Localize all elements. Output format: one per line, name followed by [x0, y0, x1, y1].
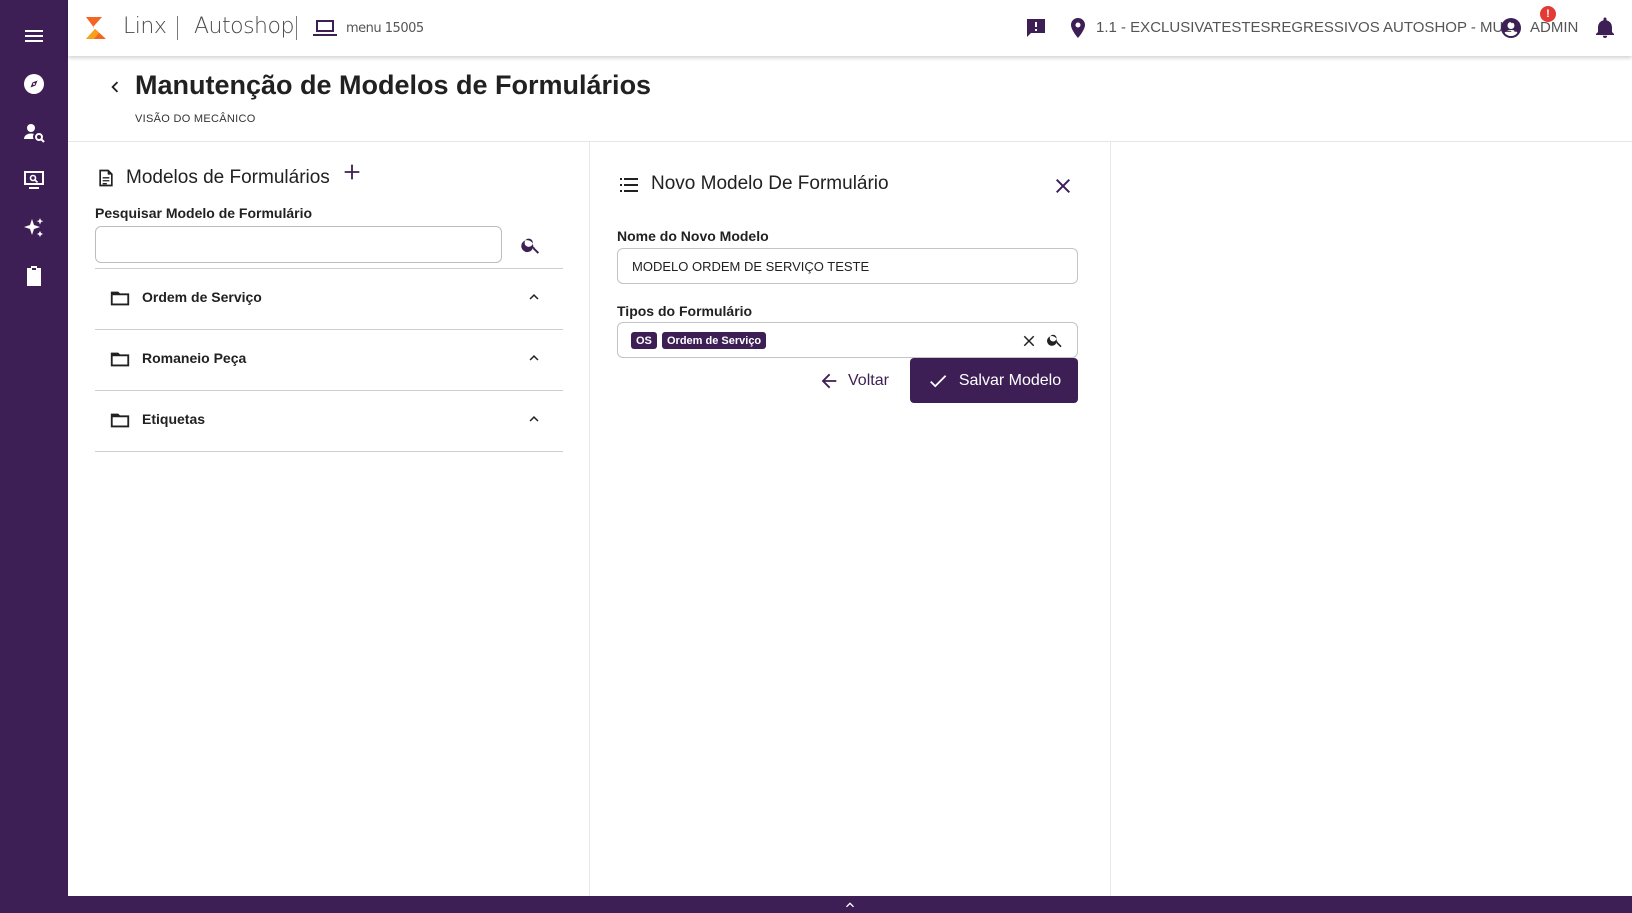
- back-button-label: Voltar: [848, 372, 889, 389]
- linx-logo: [82, 15, 110, 41]
- types-label: Tipos do Formulário: [617, 303, 753, 319]
- page-subtitle: VISÃO DO MECÂNICO: [135, 113, 256, 125]
- search-input[interactable]: [95, 226, 502, 263]
- folder-icon: [109, 409, 131, 431]
- feedback-icon[interactable]: [1024, 16, 1048, 40]
- model-name-input[interactable]: [617, 248, 1078, 284]
- document-icon: [96, 168, 116, 188]
- menu-icon[interactable]: [0, 16, 68, 56]
- check-icon: [929, 374, 947, 387]
- chip-os[interactable]: OS: [631, 332, 657, 349]
- list-divider: [95, 268, 563, 269]
- left-panel-title: Modelos de Formulários: [126, 167, 330, 188]
- list-divider: [95, 451, 563, 452]
- chevron-up-icon[interactable]: [525, 288, 543, 306]
- person-search-icon[interactable]: [0, 112, 68, 152]
- back-button[interactable]: Voltar: [818, 367, 889, 395]
- account-circle-icon[interactable]: [1499, 16, 1523, 40]
- list-icon: [617, 173, 641, 197]
- close-icon[interactable]: [1051, 174, 1075, 198]
- form-title: Novo Modelo De Formulário: [651, 173, 889, 194]
- search-label: Pesquisar Modelo de Formulário: [95, 205, 313, 221]
- clear-icon[interactable]: [1020, 332, 1038, 350]
- chip-ordem-servico[interactable]: Ordem de Serviço: [662, 332, 767, 349]
- menu-label: menu 15005: [346, 20, 424, 36]
- sparkle-icon[interactable]: [0, 208, 68, 248]
- brand-separator: [177, 16, 178, 40]
- arrow-left-icon: [821, 373, 837, 389]
- folder-item[interactable]: Romaneio Peça: [95, 335, 563, 395]
- folder-label: Romaneio Peça: [142, 350, 247, 366]
- back-chevron-icon[interactable]: [104, 76, 126, 98]
- brand-autoshop: Autoshop: [194, 14, 294, 39]
- company-selector[interactable]: 1.1 - EXCLUSIVATESTESREGRESSIVOS AUTOSHO…: [1096, 19, 1520, 36]
- laptop-icon: [313, 20, 337, 36]
- panel-divider-left: [589, 142, 590, 896]
- folder-icon: [109, 287, 131, 309]
- folder-label: Etiquetas: [142, 411, 206, 427]
- folder-item[interactable]: Etiquetas: [95, 396, 563, 456]
- search-icon[interactable]: [1046, 331, 1064, 349]
- chevron-up-icon[interactable]: [525, 410, 543, 428]
- user-name[interactable]: ADMIN: [1530, 19, 1578, 36]
- bottom-bar: [68, 896, 1632, 913]
- sidebar: [0, 0, 68, 913]
- list-divider: [95, 329, 563, 330]
- save-button-label: Salvar Modelo: [958, 371, 1062, 389]
- search-icon[interactable]: [520, 234, 542, 256]
- folder-item[interactable]: Ordem de Serviço: [95, 274, 563, 334]
- compass-icon[interactable]: [0, 64, 68, 104]
- screen-search-icon[interactable]: [0, 160, 68, 200]
- chevron-up-icon[interactable]: [842, 897, 858, 913]
- folder-icon: [109, 348, 131, 370]
- bell-icon[interactable]: [1593, 16, 1617, 40]
- chevron-up-icon[interactable]: [525, 349, 543, 367]
- add-icon[interactable]: [341, 161, 363, 183]
- form-types-input[interactable]: OS Ordem de Serviço: [617, 322, 1078, 358]
- name-label: Nome do Novo Modelo: [617, 228, 769, 244]
- location-pin-icon[interactable]: [1066, 16, 1090, 40]
- panel-divider-right: [1110, 142, 1111, 896]
- top-bar: Linx Autoshop menu 15005 1.1 - EXCLUSIVA…: [68, 0, 1632, 56]
- page-title: Manutenção de Modelos de Formulários: [135, 70, 652, 100]
- menu-separator: [296, 16, 297, 40]
- clipboard-icon[interactable]: [0, 256, 68, 296]
- menu-selector[interactable]: menu 15005: [312, 17, 424, 39]
- folder-label: Ordem de Serviço: [142, 289, 262, 305]
- list-divider: [95, 390, 563, 391]
- header-divider: [68, 141, 1632, 142]
- notification-badge: !: [1540, 6, 1556, 22]
- save-model-button[interactable]: Salvar Modelo: [910, 358, 1078, 403]
- brand-linx: Linx: [123, 14, 167, 39]
